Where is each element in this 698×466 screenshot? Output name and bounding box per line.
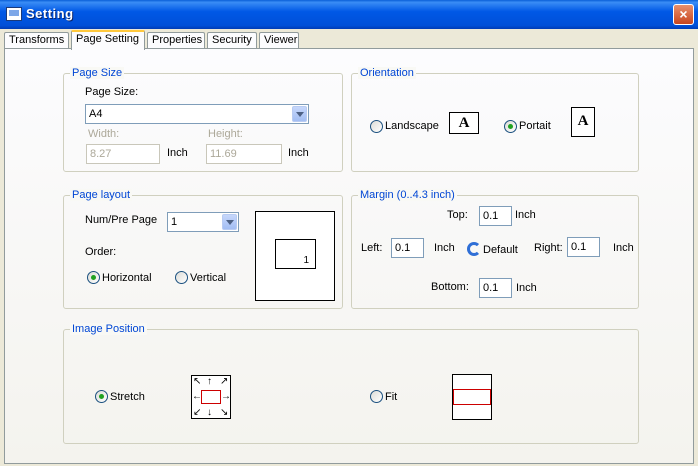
horizontal-label[interactable]: Horizontal: [102, 272, 152, 284]
width-unit: Inch: [167, 147, 188, 159]
refresh-icon[interactable]: [467, 242, 481, 256]
top-margin-label: Top:: [447, 209, 468, 221]
top-margin-unit: Inch: [515, 209, 536, 221]
bottom-margin-field[interactable]: 0.1: [479, 278, 512, 298]
fit-label[interactable]: Fit: [385, 391, 397, 403]
bottom-margin-label: Bottom:: [431, 281, 469, 293]
height-field[interactable]: 11.69: [206, 144, 282, 164]
arrow-se-icon: ↘: [220, 407, 229, 418]
image-position-group: Image Position Stretch ↖ ↑ ↗ ← → ↙ ↓ ↘ F…: [63, 323, 639, 444]
vertical-radio[interactable]: [175, 271, 188, 284]
fit-image-rect: [453, 389, 491, 405]
group-title: Image Position: [70, 323, 147, 335]
tab-properties[interactable]: Properties: [147, 32, 205, 49]
tab-label: Security: [212, 34, 252, 46]
title-bar[interactable]: Setting ×: [0, 0, 698, 29]
page-size-label: Page Size:: [85, 86, 139, 98]
page-layout-group: Page layout Num/Pre Page 1 Order: Horizo…: [63, 189, 343, 309]
stretch-preview-icon: ↖ ↑ ↗ ← → ↙ ↓ ↘: [191, 375, 231, 419]
tab-security[interactable]: Security: [207, 32, 257, 49]
window-title: Setting: [26, 6, 74, 21]
layout-preview: 1: [255, 211, 335, 301]
portrait-page-icon: A: [571, 107, 595, 137]
group-title: Orientation: [358, 67, 416, 79]
width-label: Width:: [88, 128, 120, 140]
stretch-label[interactable]: Stretch: [110, 391, 145, 403]
arrow-s-icon: ↓: [207, 407, 212, 418]
landscape-label[interactable]: Landscape: [385, 120, 439, 132]
tab-label: Page Setting: [76, 33, 139, 45]
right-margin-field[interactable]: 0.1: [567, 237, 600, 257]
arrow-e-icon: →: [221, 391, 231, 402]
default-button[interactable]: Default: [483, 244, 518, 256]
margin-group: Margin (0..4.3 inch) Top: 0.1 Inch Left:…: [351, 189, 639, 309]
tab-transforms[interactable]: Transforms: [4, 32, 69, 49]
group-title: Margin (0..4.3 inch): [358, 189, 457, 201]
arrow-n-icon: ↑: [207, 376, 212, 387]
portrait-label[interactable]: Portait: [519, 120, 551, 132]
fit-preview-icon: [452, 374, 492, 420]
layout-preview-page: 1: [275, 239, 316, 269]
num-per-page-select[interactable]: 1: [167, 212, 239, 232]
num-per-page-value: 1: [171, 216, 178, 228]
right-margin-label: Right:: [534, 242, 563, 254]
group-title: Page Size: [70, 67, 125, 79]
height-unit: Inch: [288, 147, 309, 159]
left-margin-unit: Inch: [434, 242, 455, 254]
close-button[interactable]: ×: [673, 4, 694, 25]
page-size-value: A4: [89, 108, 103, 120]
vertical-label[interactable]: Vertical: [190, 272, 226, 284]
width-field[interactable]: 8.27: [86, 144, 160, 164]
fit-radio[interactable]: [370, 390, 383, 403]
stretch-radio[interactable]: [95, 390, 108, 403]
bottom-margin-unit: Inch: [516, 282, 537, 294]
arrow-sw-icon: ↙: [193, 407, 202, 418]
preview-page-number: 1: [303, 255, 309, 266]
window-icon: [6, 7, 22, 21]
group-title: Page layout: [70, 189, 133, 201]
setting-dialog: Setting × Transforms Page Setting Proper…: [0, 0, 698, 466]
landscape-radio[interactable]: [370, 120, 383, 133]
tab-viewer[interactable]: Viewer: [259, 32, 299, 49]
arrow-ne-icon: ↗: [220, 376, 229, 387]
tab-label: Properties: [152, 34, 203, 46]
arrow-nw-icon: ↖: [193, 376, 202, 387]
stretch-image-rect: [201, 390, 221, 404]
orientation-group: Orientation Landscape A Portait A: [351, 67, 639, 172]
height-label: Height:: [208, 128, 243, 140]
landscape-page-icon: A: [449, 112, 479, 134]
page-size-select[interactable]: A4: [85, 104, 309, 124]
portrait-radio[interactable]: [504, 120, 517, 133]
chevron-down-icon[interactable]: [222, 214, 237, 230]
num-per-page-label: Num/Pre Page: [85, 214, 158, 226]
page-setting-panel: Page Size Page Size: A4 Width: 8.27 Inch…: [4, 48, 694, 464]
horizontal-radio[interactable]: [87, 271, 100, 284]
page-size-group: Page Size Page Size: A4 Width: 8.27 Inch…: [63, 67, 343, 172]
arrow-w-icon: ←: [192, 391, 202, 402]
order-label: Order:: [85, 246, 117, 258]
tab-label: Viewer: [264, 34, 298, 46]
chevron-down-icon[interactable]: [292, 106, 307, 122]
tab-label: Transforms: [9, 34, 65, 46]
top-margin-field[interactable]: 0.1: [479, 206, 512, 226]
left-margin-field[interactable]: 0.1: [391, 238, 424, 258]
right-margin-unit: Inch: [613, 242, 634, 254]
left-margin-label: Left:: [361, 242, 383, 254]
tab-page-setting[interactable]: Page Setting: [71, 30, 145, 50]
